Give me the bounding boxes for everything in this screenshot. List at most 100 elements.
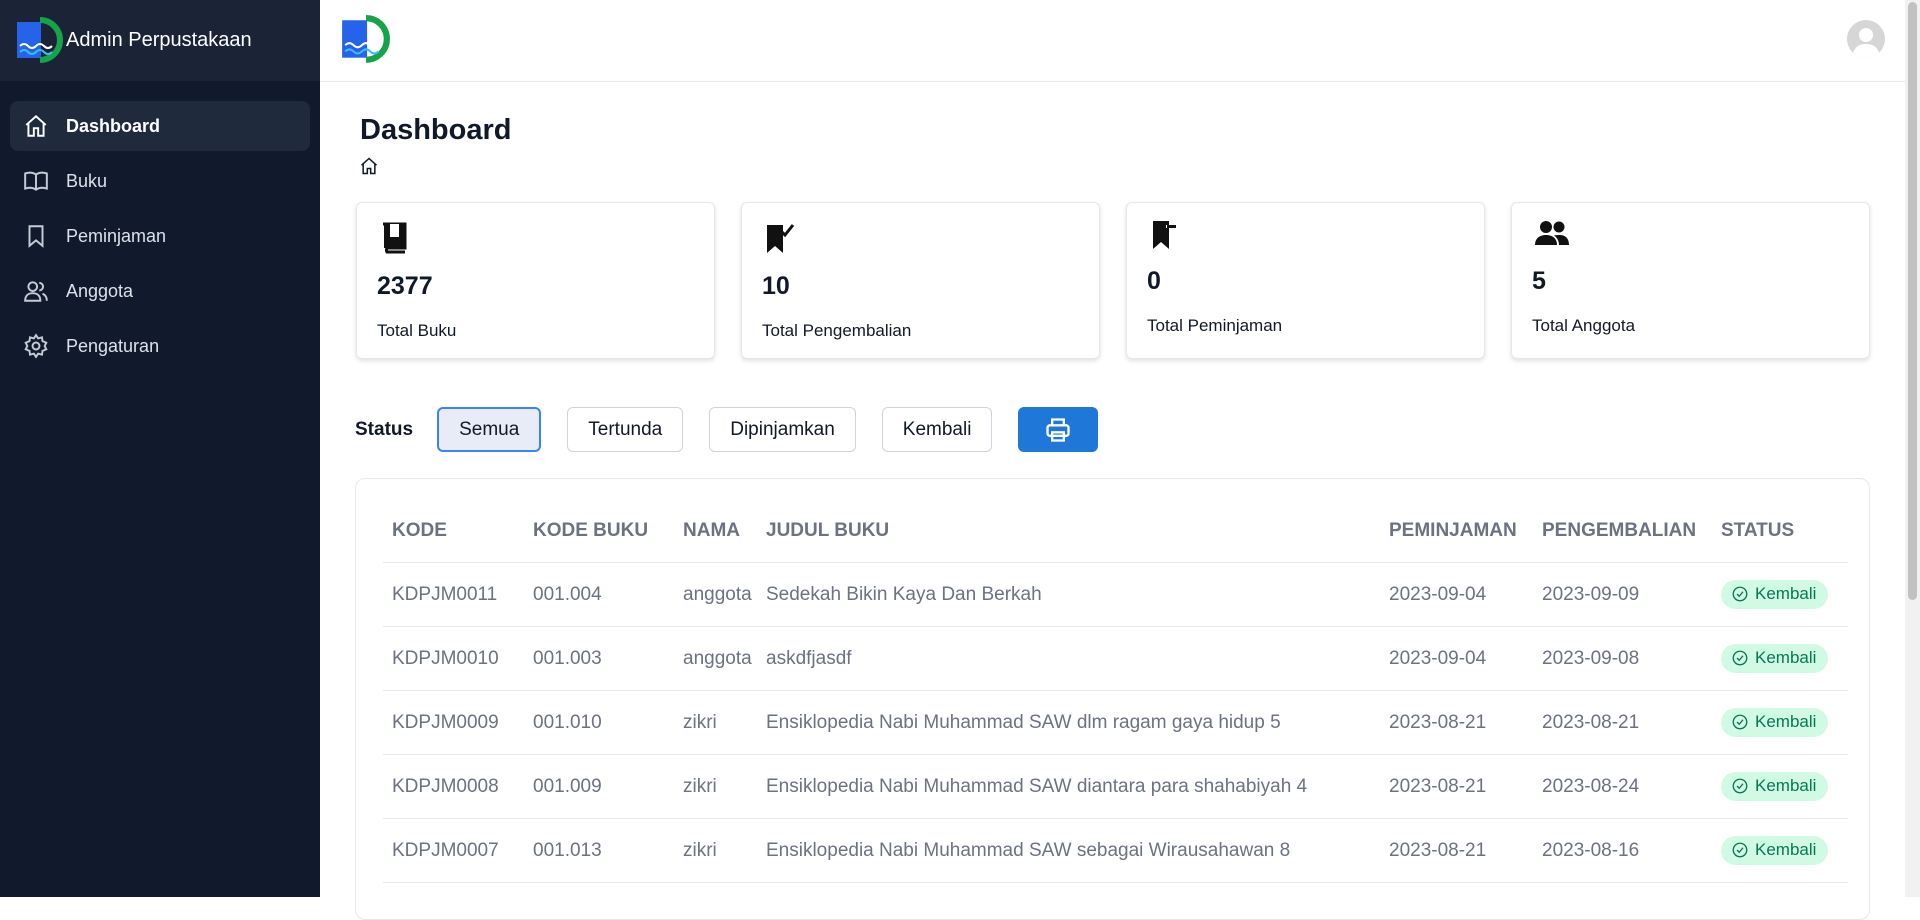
loans-table: KODE KODE BUKU NAMA JUDUL BUKU PEMINJAMA…	[383, 499, 1848, 883]
sidebar: Admin Perpustakaan Dashboard Buku Peminj…	[0, 0, 320, 897]
table-cell: KDPJM0007	[383, 818, 533, 883]
column-header[interactable]: PEMINJAMAN	[1389, 499, 1542, 563]
table-row[interactable]: KDPJM0009 001.010 zikri Ensiklopedia Nabi M…	[383, 690, 1848, 755]
table-header-row: KODE KODE BUKU NAMA JUDUL BUKU PEMINJAMA…	[383, 499, 1848, 563]
stat-label: Total Peminjaman	[1147, 316, 1283, 335]
filter-tertunda-button[interactable]: Tertunda	[567, 407, 684, 452]
sidebar-item-pengaturan[interactable]: Pengaturan	[10, 321, 310, 371]
app-title: Admin Perpustakaan	[66, 28, 252, 51]
stat-value: 2377	[377, 272, 433, 300]
table-cell: Ensiklopedia Nabi Muhammad SAW diantara …	[766, 754, 1389, 819]
status-badge: Kembali	[1721, 835, 1829, 865]
table-cell: anggota	[683, 562, 766, 627]
top-bar	[320, 0, 1905, 82]
book-open-icon	[22, 167, 50, 195]
column-header[interactable]: PENGEMBALIAN	[1542, 499, 1721, 563]
table-cell: KDPJM0008	[383, 754, 533, 819]
table-cell: 001.003	[533, 626, 683, 691]
sidebar-item-label: Pengaturan	[66, 335, 160, 356]
library-logo-icon	[17, 16, 63, 63]
sidebar-nav: Dashboard Buku Peminjaman Anggota Pengat…	[0, 81, 320, 371]
check-circle-icon	[1732, 714, 1748, 730]
column-header[interactable]: NAMA	[683, 499, 766, 563]
status-badge: Kembali	[1721, 579, 1829, 609]
check-circle-icon	[1732, 842, 1748, 858]
status-cell: Kembali	[1721, 754, 1848, 819]
sidebar-item-dashboard[interactable]: Dashboard	[10, 101, 310, 151]
table-cell: 2023-08-24	[1542, 754, 1721, 819]
status-filter: Status Semua Tertunda Dipinjamkan Kembal…	[355, 407, 1099, 452]
filter-dipinjamkan-button[interactable]: Dipinjamkan	[709, 407, 856, 452]
table-cell: zikri	[683, 818, 766, 883]
users-icon	[1535, 221, 1569, 245]
sidebar-item-label: Peminjaman	[66, 225, 167, 246]
status-badge-label: Kembali	[1755, 776, 1817, 796]
column-header[interactable]: STATUS	[1721, 499, 1848, 563]
table-row[interactable]: KDPJM0011 001.004 anggota Sedekah Bikin Kay…	[383, 562, 1848, 627]
table-cell: zikri	[683, 690, 766, 755]
table-cell: KDPJM0010	[383, 626, 533, 691]
breadcrumb-home-icon[interactable]	[359, 156, 379, 176]
library-logo-icon[interactable]	[339, 14, 391, 66]
table-cell: 001.010	[533, 690, 683, 755]
table-cell: 2023-08-21	[1542, 690, 1721, 755]
user-avatar-icon	[1852, 28, 1880, 58]
table-cell: anggota	[683, 626, 766, 691]
table-cell: 2023-09-04	[1389, 562, 1542, 627]
status-badge-label: Kembali	[1755, 840, 1817, 860]
table-row[interactable]: KDPJM0010 001.003 anggota askdfjasdf 2023-09…	[383, 626, 1848, 691]
users-icon	[22, 277, 50, 305]
print-button[interactable]	[1018, 407, 1099, 452]
page-title: Dashboard	[360, 114, 512, 146]
check-circle-icon	[1732, 586, 1748, 602]
stats-cards: 2377 Total Buku 10 Total Pengembalian 0 …	[356, 202, 1870, 359]
table-row[interactable]: KDPJM0008 001.009 zikri Ensiklopedia Nabi M…	[383, 754, 1848, 819]
stat-card-total-peminjaman: 0 Total Peminjaman	[1126, 202, 1485, 359]
status-badge: Kembali	[1721, 707, 1829, 737]
status-cell: Kembali	[1721, 626, 1848, 691]
bookmark-check-icon	[767, 224, 795, 253]
table-cell: 001.009	[533, 754, 683, 819]
table-cell: 001.013	[533, 818, 683, 883]
column-header[interactable]: KODE BUKU	[533, 499, 683, 563]
check-circle-icon	[1732, 650, 1748, 666]
table-cell: 2023-09-09	[1542, 562, 1721, 627]
table-cell: Sedekah Bikin Kaya Dan Berkah	[766, 562, 1389, 627]
table-cell: 2023-08-21	[1389, 818, 1542, 883]
stat-value: 0	[1147, 267, 1161, 295]
scrollbar-thumb[interactable]	[1908, 2, 1917, 600]
status-cell: Kembali	[1721, 562, 1848, 627]
column-header[interactable]: KODE	[383, 499, 533, 563]
status-badge: Kembali	[1721, 643, 1829, 673]
table-cell: 2023-09-08	[1542, 626, 1721, 691]
table-cell: Ensiklopedia Nabi Muhammad SAW dlm ragam…	[766, 690, 1389, 755]
status-badge-label: Kembali	[1755, 648, 1817, 668]
status-cell: Kembali	[1721, 818, 1848, 883]
table-cell: 2023-08-21	[1389, 754, 1542, 819]
stat-value: 10	[762, 272, 790, 300]
stat-card-total-buku: 2377 Total Buku	[356, 202, 715, 359]
check-circle-icon	[1732, 778, 1748, 794]
avatar[interactable]	[1847, 20, 1885, 58]
vertical-scrollbar[interactable]	[1905, 0, 1920, 897]
book-icon	[383, 222, 407, 254]
bookmark-icon	[22, 222, 50, 250]
stat-card-total-anggota: 5 Total Anggota	[1511, 202, 1870, 359]
sidebar-item-peminjaman[interactable]: Peminjaman	[10, 211, 310, 261]
table-row[interactable]: KDPJM0007 001.013 zikri Ensiklopedia Nabi M…	[383, 818, 1848, 883]
filter-semua-button[interactable]: Semua	[437, 407, 542, 452]
gear-icon	[22, 332, 50, 360]
table-cell: askdfjasdf	[766, 626, 1389, 691]
sidebar-item-anggota[interactable]: Anggota	[10, 266, 310, 316]
table-cell: 2023-09-04	[1389, 626, 1542, 691]
column-header[interactable]: JUDUL BUKU	[766, 499, 1389, 563]
sidebar-item-label: Anggota	[66, 280, 134, 301]
sidebar-item-buku[interactable]: Buku	[10, 156, 310, 206]
main-content: Dashboard 2377 Total Buku 10 Total Penge…	[320, 82, 1905, 920]
sidebar-item-label: Buku	[66, 170, 108, 191]
stat-label: Total Anggota	[1532, 316, 1636, 335]
table-cell: KDPJM0009	[383, 690, 533, 755]
brand[interactable]: Admin Perpustakaan	[0, 0, 320, 81]
filter-kembali-button[interactable]: Kembali	[881, 407, 993, 452]
stat-label: Total Pengembalian	[762, 321, 912, 340]
